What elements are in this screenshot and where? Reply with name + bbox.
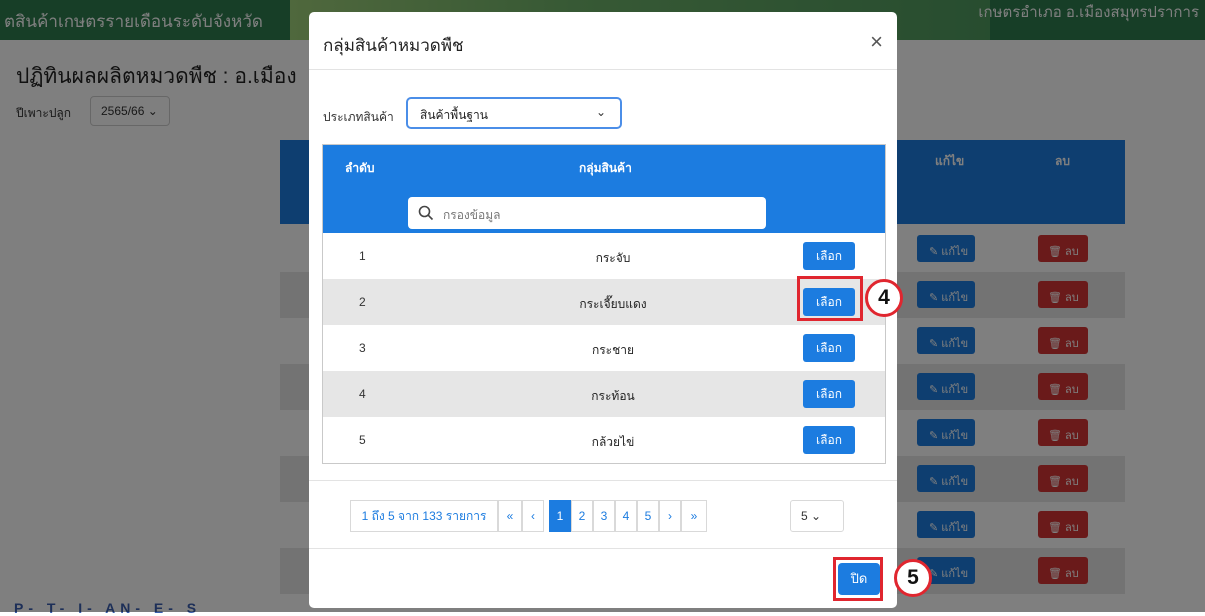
page-button-3[interactable]: 3 [593,500,615,532]
chevron-down-icon: ⌄ [595,105,606,119]
table-row: 4 กระท้อน เลือก [323,371,885,417]
search-icon [418,205,434,221]
product-type-value: สินค้าพื้นฐาน [420,108,488,122]
modal-footer-divider [309,548,897,549]
page-button-2[interactable]: 2 [571,500,593,532]
row-group-name: กระท้อน [591,389,635,403]
highlight-box-step-5 [833,557,883,601]
table-row: 1 กระจับ เลือก [323,233,885,279]
chevron-down-icon: ⌄ [811,509,822,523]
select-button[interactable]: เลือก [803,242,855,270]
filter-input[interactable]: กรองข้อมูล [408,197,766,229]
select-button[interactable]: เลือก [803,426,855,454]
row-group-name: กระจับ [595,251,631,265]
page-button-4[interactable]: 4 [615,500,637,532]
filter-placeholder: กรองข้อมูล [443,208,501,222]
last-page-button[interactable]: » [681,500,707,532]
select-button[interactable]: เลือก [803,380,855,408]
product-type-select[interactable]: สินค้าพื้นฐาน ⌄ [406,97,622,129]
pagination-summary: 1 ถึง 5 จาก 133 รายการ [350,500,498,532]
row-number: 2 [359,295,366,309]
step-badge-5: 5 [894,559,932,597]
row-group-name: กระเจี๊ยบแดง [579,297,647,311]
row-group-name: กล้วยไข่ [591,435,635,449]
page-button-5[interactable]: 5 [637,500,659,532]
modal-title: กลุ่มสินค้าหมวดพืช [323,36,464,55]
table-row: 5 กล้วยไข่ เลือก [323,417,885,463]
product-type-label: ประเภทสินค้า [323,110,394,124]
column-header-group: กลุ่มสินค้า [579,161,632,175]
table-header: ลำดับ กลุ่มสินค้า [323,145,885,187]
prev-page-button[interactable]: ‹ [522,500,544,532]
pager-top-divider [309,480,897,481]
modal-header-divider [309,69,897,70]
step-badge-4: 4 [865,279,903,317]
table-row: 3 กระชาย เลือก [323,325,885,371]
close-icon[interactable]: × [870,31,883,53]
next-page-button[interactable]: › [659,500,681,532]
row-number: 4 [359,387,366,401]
row-number: 3 [359,341,366,355]
row-number: 5 [359,433,366,447]
page-size-select[interactable]: 5 ⌄ [790,500,844,532]
row-group-name: กระชาย [591,343,635,357]
select-button[interactable]: เลือก [803,334,855,362]
page-button-1[interactable]: 1 [549,500,571,532]
row-number: 1 [359,249,366,263]
first-page-button[interactable]: « [498,500,522,532]
column-header-no: ลำดับ [345,161,375,175]
page-size-value: 5 [801,509,808,523]
highlight-box-step-4 [797,276,863,321]
